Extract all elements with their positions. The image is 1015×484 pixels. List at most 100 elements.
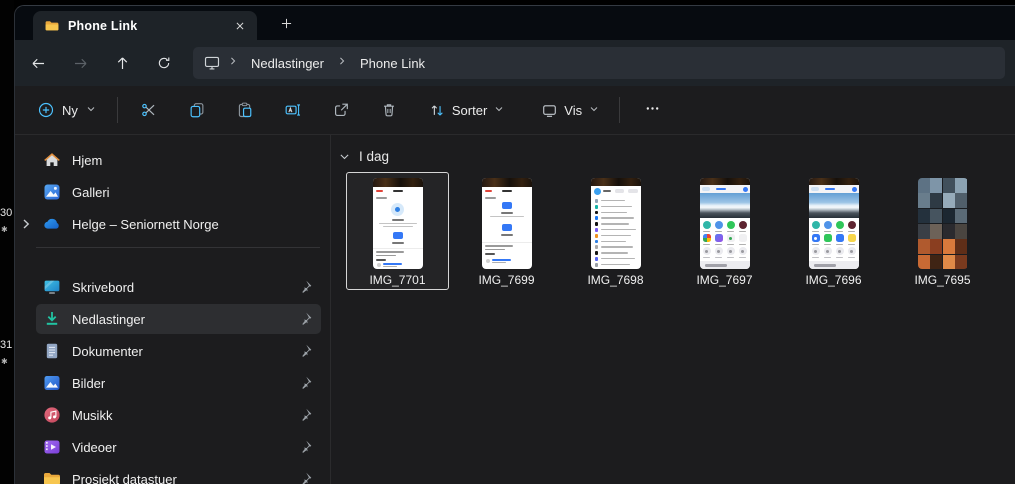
rename-button[interactable] [272,91,314,129]
pin-icon [297,471,313,484]
shortcut-mark: ✱ [1,357,8,366]
sidebar-item-videoer[interactable]: Videoer [36,432,321,462]
delete-icon [380,101,398,119]
desktop-icon [42,277,62,297]
rename-icon [284,101,302,119]
file-name-label: IMG_7699 [478,273,535,287]
expand-chevron-icon[interactable] [18,216,34,232]
breadcrumb-segment[interactable]: Phone Link [354,54,431,73]
sidebar-item-dokumenter[interactable]: Dokumenter [36,336,321,366]
thumbnail-image [372,178,423,269]
music-icon [42,405,62,425]
file-tile-img_7697[interactable]: IMG_7697 [673,172,776,290]
sort-button[interactable]: Sorter [420,95,514,126]
forward-button[interactable] [63,47,97,79]
pictures-icon [42,373,62,393]
sidebar-item-label: Videoer [72,439,117,455]
back-button[interactable] [21,47,55,79]
view-button[interactable]: Vis [532,95,609,126]
tab-title: Phone Link [68,18,138,33]
file-tiles-row: IMG_7701 IMG_7699 IMG_7698 IMG_7697 IMG_7696… [346,172,1015,290]
desktop-item-label-fragment: 30 [0,207,13,219]
gallery-icon [42,182,62,202]
file-name-label: IMG_7697 [696,273,753,287]
chevron-down-icon [588,103,600,118]
share-button[interactable] [320,91,362,129]
share-icon [332,101,350,119]
file-tile-img_7699[interactable]: IMG_7699 [455,172,558,290]
sidebar: Hjem Galleri Helge – Seniornett Norge Skriv… [15,135,330,484]
pin-icon [297,439,313,455]
more-options-button[interactable] [632,92,672,128]
sidebar-item-label: Skrivebord [72,279,135,295]
new-button[interactable]: Ny [27,94,107,126]
home-icon [42,150,62,170]
sidebar-item-prosjekt-datastuer[interactable]: Prosjekt datastuer [36,464,321,484]
sidebar-item-label: Prosjekt datastuer [72,471,177,484]
desktop-item-label-fragment: 31 [0,339,13,351]
cut-button[interactable] [128,91,170,129]
delete-button[interactable] [368,91,410,129]
sidebar-item-label: Bilder [72,375,106,391]
toolbar-separator [619,97,621,123]
chevron-down-icon [338,150,351,163]
file-explorer-window: Phone Link Nedlastinger Phone Link Ny So… [14,5,1015,484]
group-header[interactable]: I dag [338,145,1015,167]
pin-icon [297,343,313,359]
tab-bar: Phone Link [15,6,1015,40]
paste-button[interactable] [224,91,266,129]
refresh-button[interactable] [147,47,181,79]
sidebar-item-label: Helge – Seniornett Norge [72,216,219,232]
breadcrumb-segment[interactable]: Nedlastinger [245,54,330,73]
sort-button-label: Sorter [451,102,488,118]
folder-icon [42,469,62,484]
ellipsis-icon [644,100,661,120]
address-bar[interactable]: Nedlastinger Phone Link [193,47,1005,79]
close-icon[interactable] [229,15,251,37]
sort-arrows-icon [429,102,446,119]
pin-icon [297,407,313,423]
file-list-area: I dag IMG_7701 IMG_7699 IMG_7698 IMG_7697 IM… [331,135,1015,484]
videos-icon [42,437,62,457]
sidebar-item-label: Nedlastinger [72,311,145,327]
sidebar-item-bilder[interactable]: Bilder [36,368,321,398]
view-button-label: Vis [564,102,583,118]
sidebar-item-label: Galleri [72,184,110,200]
thumbnail-image [808,178,859,269]
sidebar-item-nedlastinger[interactable]: Nedlastinger [36,304,321,334]
file-name-label: IMG_7695 [914,273,971,287]
up-button[interactable] [105,47,139,79]
sidebar-section-separator [36,247,320,248]
onedrive-icon [42,214,62,234]
toolbar-separator [116,97,118,123]
sidebar-item-galleri[interactable]: Galleri [36,177,321,207]
chevron-right-icon [226,54,240,73]
chevron-right-icon [335,54,349,73]
shortcut-mark: ✱ [1,225,8,234]
chevron-down-icon [493,103,505,118]
sidebar-item-hjem[interactable]: Hjem [36,145,321,175]
pin-icon [297,375,313,391]
file-tile-img_7701[interactable]: IMG_7701 [346,172,449,290]
command-toolbar: Ny Sorter Vis [15,86,1015,135]
sidebar-item-label: Musikk [72,407,113,423]
file-tile-img_7698[interactable]: IMG_7698 [564,172,667,290]
sidebar-item-skrivebord[interactable]: Skrivebord [36,272,321,302]
new-tab-button[interactable] [273,10,299,36]
downloads-icon [42,309,62,329]
copy-button[interactable] [176,91,218,129]
group-header-label: I dag [359,148,390,164]
sidebar-item-musikk[interactable]: Musikk [36,400,321,430]
tab-phone-link[interactable]: Phone Link [33,11,257,40]
copy-icon [188,101,206,119]
view-icon [541,102,558,119]
thumbnail-image [590,178,641,269]
pin-icon [297,279,313,295]
window-body: Hjem Galleri Helge – Seniornett Norge Skriv… [15,135,1015,484]
file-tile-img_7695[interactable]: IMG_7695 [891,172,994,290]
file-name-label: IMG_7698 [587,273,644,287]
file-tile-img_7696[interactable]: IMG_7696 [782,172,885,290]
pin-icon [297,311,313,327]
chevron-down-icon [85,103,97,118]
sidebar-item-onedrive-helge[interactable]: Helge – Seniornett Norge [23,209,321,239]
